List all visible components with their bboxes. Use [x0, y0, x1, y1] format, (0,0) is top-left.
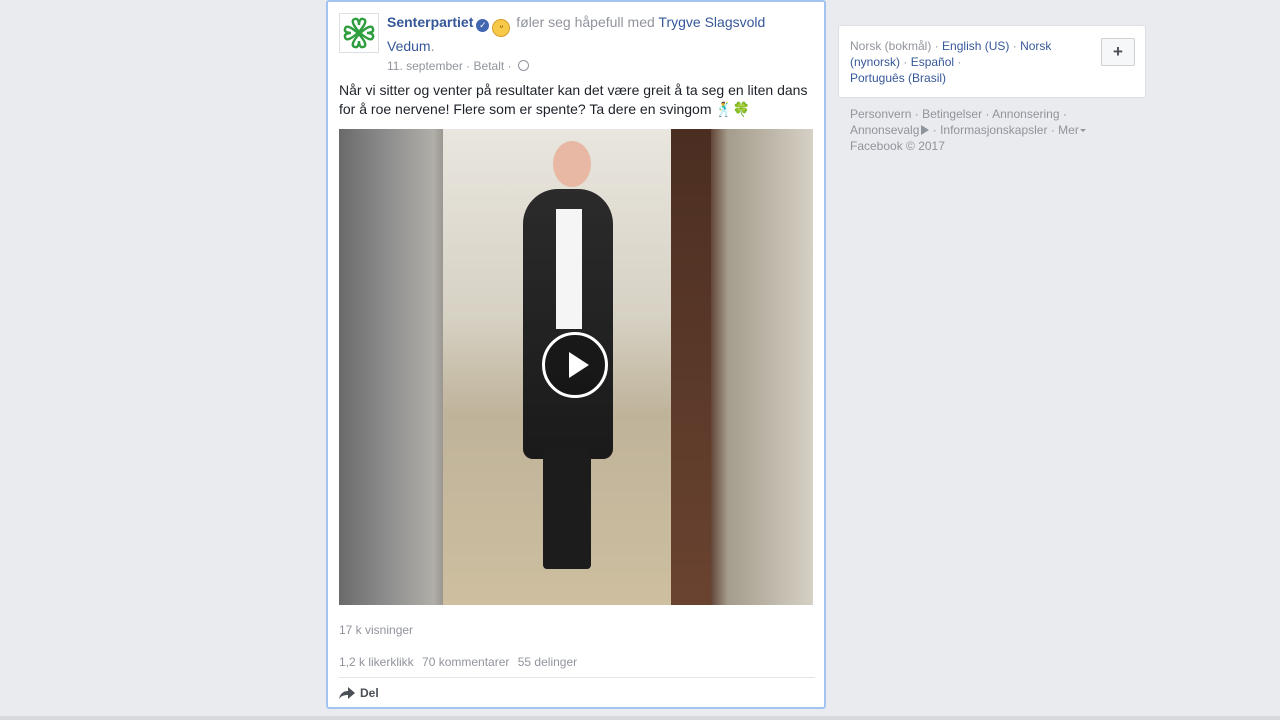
- sponsored-label[interactable]: Betalt: [474, 59, 505, 73]
- likes-count-link[interactable]: 1,2 k likerklikk: [339, 655, 414, 669]
- globe-icon[interactable]: [517, 60, 529, 71]
- feeling-text: føler seg håpefull med: [516, 14, 655, 30]
- separator: ·: [1062, 107, 1067, 121]
- separator: ·: [932, 123, 937, 137]
- share-label: Del: [360, 686, 379, 700]
- language-link-portuguese[interactable]: Português (Brasil): [850, 71, 946, 85]
- page-name-link[interactable]: Senterpartiet: [387, 14, 473, 30]
- verified-badge-icon: ✓: [476, 19, 490, 32]
- post-card: Senterpartiet ✓ ᵕ føler seg håpefull med T…: [326, 0, 826, 709]
- separator: ·: [957, 55, 962, 69]
- comments-count-link[interactable]: 70 kommentarer: [422, 655, 509, 669]
- engagement-stats: 1,2 k likerklikk 70 kommentarer 55 delin…: [339, 655, 582, 669]
- bottom-scroll-edge: [0, 716, 1280, 720]
- video-person-shirt: [556, 209, 582, 329]
- post-date-link[interactable]: 11. september: [387, 59, 463, 73]
- share-arrow-icon: [339, 687, 355, 699]
- separator: ·: [914, 107, 919, 121]
- video-person-legs: [543, 449, 591, 569]
- current-language: Norsk (bokmål): [850, 39, 932, 53]
- separator: ·: [934, 39, 939, 53]
- play-icon[interactable]: [542, 332, 608, 398]
- separator: ·: [1050, 123, 1055, 137]
- clover-logo-icon: [343, 17, 375, 49]
- post-header-text: Senterpartiet ✓ ᵕ føler seg håpefull med T…: [387, 13, 815, 75]
- footer-link-cookies[interactable]: Informasjonskapsler: [940, 123, 1047, 137]
- tagged-suffix: .: [430, 38, 435, 54]
- separator: ·: [903, 55, 908, 69]
- share-button[interactable]: Del: [339, 686, 379, 700]
- post-meta: 11. september · Betalt ·: [387, 57, 815, 75]
- language-selector: Norsk (bokmål) · English (US) · Norsk (n…: [838, 25, 1146, 98]
- language-link-english[interactable]: English (US): [942, 39, 1009, 53]
- view-count: 17 k visninger: [339, 623, 414, 637]
- chevron-down-icon: [1079, 129, 1086, 132]
- footer-link-more[interactable]: Mer: [1058, 123, 1079, 137]
- language-list: Norsk (bokmål) · English (US) · Norsk (n…: [850, 38, 1100, 86]
- footer-link-privacy[interactable]: Personvern: [850, 107, 911, 121]
- post-message: Når vi sitter og venter på resultater ka…: [339, 82, 808, 117]
- footer-link-advertising[interactable]: Annonsering: [992, 107, 1059, 121]
- laughing-emoji-icon: ᵕ: [492, 19, 511, 37]
- ad-choices-icon: [921, 125, 930, 135]
- video-door: [671, 129, 711, 605]
- meta-separator: ·: [507, 59, 512, 73]
- footer-links: Personvern · Betingelser · Annonsering ·…: [850, 106, 1140, 154]
- shares-count-link[interactable]: 55 delinger: [518, 655, 577, 669]
- meta-separator: ·: [466, 59, 471, 73]
- copyright: Facebook © 2017: [850, 139, 945, 153]
- footer-link-terms[interactable]: Betingelser: [922, 107, 982, 121]
- add-language-button[interactable]: +: [1101, 38, 1135, 66]
- language-link-spanish[interactable]: Español: [911, 55, 954, 69]
- video-person-head: [553, 141, 591, 187]
- separator: ·: [985, 107, 990, 121]
- video-player[interactable]: [339, 129, 813, 605]
- post-header: Senterpartiet ✓ ᵕ føler seg håpefull med T…: [339, 13, 815, 75]
- action-divider: [339, 677, 815, 678]
- page-avatar[interactable]: [339, 13, 379, 53]
- footer-link-ad-choices[interactable]: Annonsevalg: [850, 123, 919, 137]
- separator: ·: [1012, 39, 1017, 53]
